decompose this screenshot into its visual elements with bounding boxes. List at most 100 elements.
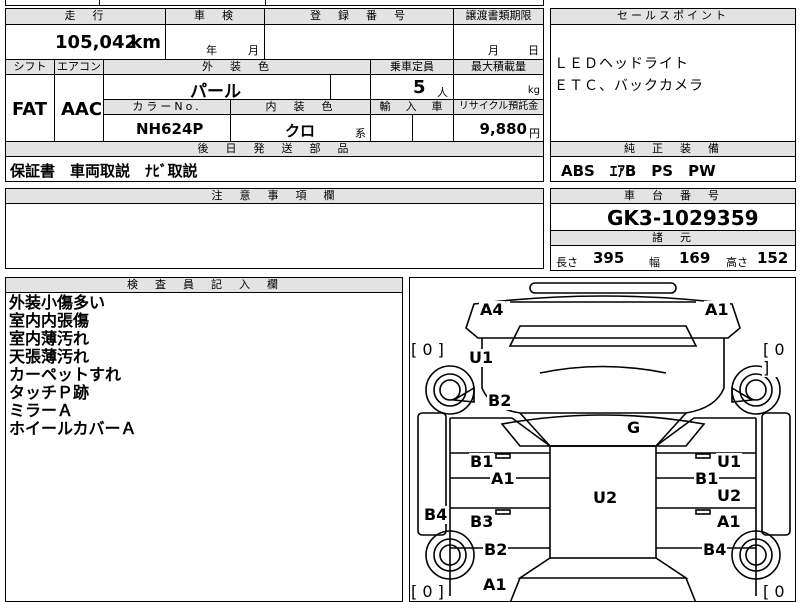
exterior-header: 外 装 色: [103, 59, 371, 75]
damage-mark: B1: [694, 469, 720, 488]
inspector-item: ホイールカバーＡ: [9, 419, 137, 438]
notes-header: 注 意 事 項 欄: [5, 188, 544, 204]
shift-header: シフト: [5, 59, 55, 75]
inspection-cell: 年 月: [165, 24, 265, 60]
spec-width-value: 169: [679, 249, 711, 267]
car-diagram: [ 0 ] [ 0 ] [ 0 ] [ 0 ] A4 A1 U1 B2 G B1…: [409, 277, 796, 602]
interior-value: クロ: [285, 122, 316, 140]
damage-mark: U1: [468, 348, 495, 367]
notes-cell: [5, 203, 544, 269]
equipment-value: ABS ｴｱB PS PW: [561, 162, 716, 180]
inspection-year-unit: 年: [206, 44, 217, 57]
import-cell-1: [370, 114, 413, 142]
spec-height-value: 152: [757, 249, 789, 267]
inspector-item: 室内薄汚れ: [9, 329, 90, 348]
mileage-cell: 105,042 km: [5, 24, 166, 60]
chassis-value: GK3-1029359: [607, 206, 759, 230]
damage-mark: A4: [479, 300, 505, 319]
damage-mark: B4: [423, 505, 449, 524]
top-cut-row: [5, 0, 544, 6]
import-cell-2: [412, 114, 454, 142]
inspection-header: 車 検: [165, 8, 265, 25]
exterior-extra-cell: [330, 74, 371, 100]
chassis-cell: GK3-1029359: [550, 203, 796, 231]
inspector-item: 外装小傷多い: [9, 293, 106, 312]
capacity-header: 乗車定員: [370, 59, 454, 75]
damage-mark: B3: [469, 512, 495, 531]
tire-reading-rear-left: [ 0 ]: [410, 582, 445, 601]
tire-reading-rear-right: [ 0 ]: [762, 583, 795, 601]
transfer-header: 譲渡書類期限: [453, 8, 544, 25]
damage-mark: B2: [483, 540, 509, 559]
transfer-day-unit: 日: [528, 44, 539, 57]
registration-cell: [264, 24, 454, 60]
shift-cell: FAT: [5, 74, 55, 142]
damage-mark: B4: [702, 540, 728, 559]
mileage-header: 走 行: [5, 8, 166, 25]
color-no-header: カラーNo.: [103, 99, 231, 115]
mileage-value: 105,042: [55, 32, 137, 53]
sales-point-cell: ＬＥＤヘッドライト ＥＴＣ、バックカメラ: [550, 24, 796, 142]
aircon-cell: AAC: [54, 74, 104, 142]
inspector-item: 天張薄汚れ: [9, 347, 90, 366]
equipment-header: 純 正 装 備: [550, 141, 796, 157]
exterior-cell: パール: [103, 74, 331, 102]
recycle-header: リサイクル預託金: [453, 99, 544, 115]
specs-cell: 長さ 395 幅 169 高さ 152: [550, 245, 796, 271]
import-header: 輸 入 車: [370, 99, 454, 115]
damage-mark: B2: [487, 391, 513, 410]
damage-mark: A1: [704, 300, 730, 319]
interior-header: 内 装 色: [230, 99, 371, 115]
spec-height-label: 高さ: [726, 256, 748, 269]
damage-mark: G: [626, 418, 642, 437]
mileage-unit: km: [130, 32, 161, 53]
inspector-item: タッチＰ跡: [9, 383, 90, 402]
damage-mark: U1: [716, 452, 743, 471]
tire-reading-front-right: [ 0 ]: [762, 341, 795, 377]
color-no-value: NH624P: [136, 120, 204, 138]
aircon-header: エアコン: [54, 59, 104, 75]
capacity-cell: 5 人: [370, 74, 454, 100]
transfer-cell: 月 日: [453, 24, 544, 60]
damage-mark: A1: [482, 575, 508, 594]
inspector-item: ミラーＡ: [9, 401, 74, 420]
inspector-item: カーペットすれ: [9, 365, 122, 384]
inspection-month-unit: 月: [248, 44, 259, 57]
damage-mark: U2: [716, 486, 743, 505]
tire-reading-front-left: [ 0 ]: [410, 340, 445, 359]
divider: [99, 0, 100, 6]
color-no-cell: NH624P: [103, 114, 231, 142]
later-parts-header: 後 日 発 送 部 品: [5, 141, 544, 157]
car-outline-graphic: [417, 282, 791, 601]
later-parts-cell: 保証書 車両取説 ﾅﾋﾞ取説: [5, 156, 544, 182]
max-load-cell: kg: [453, 74, 544, 100]
spec-length-value: 395: [593, 249, 625, 267]
capacity-value: 5: [413, 77, 426, 98]
sales-point-line: ＥＴＣ、バックカメラ: [554, 78, 704, 94]
sales-point-header: セールスポイント: [550, 8, 796, 25]
recycle-unit: 円: [529, 127, 540, 140]
registration-header: 登 録 番 号: [264, 8, 454, 25]
recycle-value: 9,880: [479, 120, 527, 138]
max-load-unit: kg: [527, 85, 540, 96]
shift-value: FAT: [12, 99, 48, 120]
equipment-cell: ABS ｴｱB PS PW: [550, 156, 796, 182]
divider: [265, 0, 266, 6]
interior-cell: クロ 系: [230, 114, 371, 142]
damage-mark: A1: [490, 469, 516, 488]
interior-unit: 系: [355, 127, 366, 140]
transfer-month-unit: 月: [488, 44, 499, 57]
spec-length-label: 長さ: [556, 256, 578, 269]
max-load-header: 最大積載量: [453, 59, 544, 75]
aircon-value: AAC: [61, 99, 103, 120]
damage-mark: U2: [592, 488, 619, 507]
inspector-cell: 外装小傷多い 室内内張傷 室内薄汚れ 天張薄汚れ カーペットすれ タッチＰ跡 ミ…: [5, 292, 403, 602]
inspector-item: 室内内張傷: [9, 311, 90, 330]
specs-header: 諸 元: [550, 230, 796, 246]
capacity-unit: 人: [437, 86, 448, 99]
sales-point-line: ＬＥＤヘッドライト: [554, 56, 689, 72]
chassis-header: 車 台 番 号: [550, 188, 796, 204]
recycle-cell: 9,880 円: [453, 114, 544, 142]
later-parts-value: 保証書 車両取説 ﾅﾋﾞ取説: [10, 162, 198, 180]
damage-mark: A1: [716, 512, 742, 531]
